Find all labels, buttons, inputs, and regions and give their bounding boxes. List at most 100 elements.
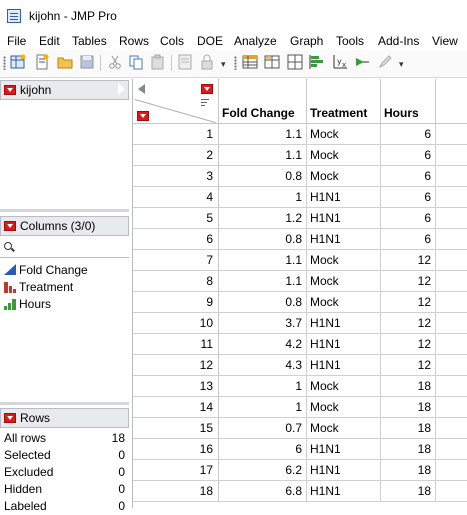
toolbar-overflow-icon[interactable]: ▾	[399, 59, 404, 70]
table-row[interactable]: 12 4.3 H1N1 12	[133, 355, 467, 376]
table-cell[interactable]: 3.7	[219, 313, 307, 334]
table-row[interactable]: 18 6.8 H1N1 18	[133, 481, 467, 502]
table-cell[interactable]: H1N1	[307, 355, 381, 376]
empty-cell[interactable]	[436, 376, 467, 397]
columns-search-field[interactable]	[0, 238, 129, 258]
rows-stat-selected[interactable]: Selected 0	[4, 448, 125, 464]
empty-cell[interactable]	[436, 250, 467, 271]
columns-red-triangle-button[interactable]	[201, 84, 213, 94]
empty-cell[interactable]	[436, 145, 467, 166]
row-number[interactable]: 17	[133, 460, 219, 481]
empty-cell[interactable]	[436, 334, 467, 355]
table-cell[interactable]: Mock	[307, 124, 381, 145]
menu-file[interactable]: File	[7, 34, 26, 48]
empty-cell[interactable]	[436, 187, 467, 208]
empty-cell[interactable]	[436, 439, 467, 460]
table-cell[interactable]: 1.2	[219, 208, 307, 229]
toolbar-overflow-icon[interactable]: ▾	[221, 59, 226, 70]
table-cell[interactable]: 18	[381, 460, 436, 481]
row-number[interactable]: 15	[133, 418, 219, 439]
table-cell[interactable]: 1	[219, 397, 307, 418]
row-number[interactable]: 5	[133, 208, 219, 229]
table-cell[interactable]: H1N1	[307, 481, 381, 502]
journal-icon[interactable]	[177, 54, 193, 70]
fit-model-icon[interactable]	[354, 54, 370, 70]
table-cell[interactable]: H1N1	[307, 187, 381, 208]
columns-red-triangle-button[interactable]	[4, 221, 16, 231]
empty-cell[interactable]	[436, 166, 467, 187]
rows-red-triangle-button[interactable]	[4, 413, 16, 423]
table-cell[interactable]: 12	[381, 313, 436, 334]
row-number[interactable]: 7	[133, 250, 219, 271]
toolbar-grip-icon[interactable]	[234, 56, 237, 70]
table-row[interactable]: 10 3.7 H1N1 12	[133, 313, 467, 334]
menu-view[interactable]: View	[432, 34, 458, 48]
table-cell[interactable]: 18	[381, 439, 436, 460]
collapse-arrow-icon[interactable]	[117, 82, 125, 96]
table-row[interactable]: 13 1 Mock 18	[133, 376, 467, 397]
rows-red-triangle-button[interactable]	[137, 111, 149, 121]
table-cell[interactable]: 6	[381, 166, 436, 187]
table-cell[interactable]: 18	[381, 481, 436, 502]
menu-graph[interactable]: Graph	[290, 34, 323, 48]
table-row[interactable]: 5 1.2 H1N1 6	[133, 208, 467, 229]
data-grid-icon[interactable]	[242, 54, 258, 70]
menu-doe[interactable]: DOE	[197, 34, 223, 48]
row-number[interactable]: 6	[133, 229, 219, 250]
table-cell[interactable]: H1N1	[307, 334, 381, 355]
table-cell[interactable]: 1.1	[219, 124, 307, 145]
table-cell[interactable]: 6	[381, 145, 436, 166]
table-cell[interactable]: Mock	[307, 418, 381, 439]
table-cell[interactable]: 12	[381, 250, 436, 271]
table-row[interactable]: 16 6 H1N1 18	[133, 439, 467, 460]
cut-icon[interactable]	[107, 54, 123, 70]
fit-y-by-x-icon[interactable]: yx	[332, 54, 348, 70]
table-cell[interactable]: Mock	[307, 271, 381, 292]
table-row[interactable]: 1 1.1 Mock 6	[133, 124, 467, 145]
empty-cell[interactable]	[436, 418, 467, 439]
new-script-icon[interactable]	[34, 54, 50, 70]
panel-splitter[interactable]	[0, 402, 129, 405]
table-cell[interactable]: 0.8	[219, 292, 307, 313]
paste-icon[interactable]	[150, 54, 166, 70]
save-icon[interactable]	[79, 54, 95, 70]
menu-edit[interactable]: Edit	[39, 34, 60, 48]
panel-splitter[interactable]	[0, 209, 129, 212]
table-cell[interactable]: 12	[381, 355, 436, 376]
open-folder-icon[interactable]	[57, 54, 73, 70]
table-cell[interactable]: H1N1	[307, 460, 381, 481]
empty-cell[interactable]	[436, 460, 467, 481]
table-cell[interactable]: Mock	[307, 376, 381, 397]
table-cell[interactable]: 6	[381, 187, 436, 208]
row-number[interactable]: 16	[133, 439, 219, 460]
table-row[interactable]: 8 1.1 Mock 12	[133, 271, 467, 292]
table-cell[interactable]: Mock	[307, 397, 381, 418]
table-cell[interactable]: 1.1	[219, 145, 307, 166]
table-cell[interactable]: 1	[219, 376, 307, 397]
toolbar-grip-icon[interactable]	[3, 56, 6, 70]
row-number[interactable]: 3	[133, 166, 219, 187]
table-row[interactable]: 6 0.8 H1N1 6	[133, 229, 467, 250]
row-number[interactable]: 14	[133, 397, 219, 418]
table-row[interactable]: 7 1.1 Mock 12	[133, 250, 467, 271]
table-cell[interactable]: Mock	[307, 145, 381, 166]
table-cell[interactable]: 4.2	[219, 334, 307, 355]
menu-tools[interactable]: Tools	[336, 34, 364, 48]
empty-cell[interactable]	[436, 271, 467, 292]
table-cell[interactable]: 6	[381, 208, 436, 229]
row-number[interactable]: 4	[133, 187, 219, 208]
table-cell[interactable]: 6.8	[219, 481, 307, 502]
table-row[interactable]: 3 0.8 Mock 6	[133, 166, 467, 187]
table-cell[interactable]: 18	[381, 418, 436, 439]
table-cell[interactable]: H1N1	[307, 439, 381, 460]
empty-cell[interactable]	[436, 313, 467, 334]
row-number[interactable]: 12	[133, 355, 219, 376]
table-cell[interactable]: H1N1	[307, 229, 381, 250]
new-data-table-icon[interactable]	[10, 54, 26, 70]
table-row[interactable]: 9 0.8 Mock 12	[133, 292, 467, 313]
row-number[interactable]: 18	[133, 481, 219, 502]
row-number[interactable]: 13	[133, 376, 219, 397]
row-number[interactable]: 9	[133, 292, 219, 313]
empty-cell[interactable]	[436, 229, 467, 250]
empty-cell[interactable]	[436, 292, 467, 313]
